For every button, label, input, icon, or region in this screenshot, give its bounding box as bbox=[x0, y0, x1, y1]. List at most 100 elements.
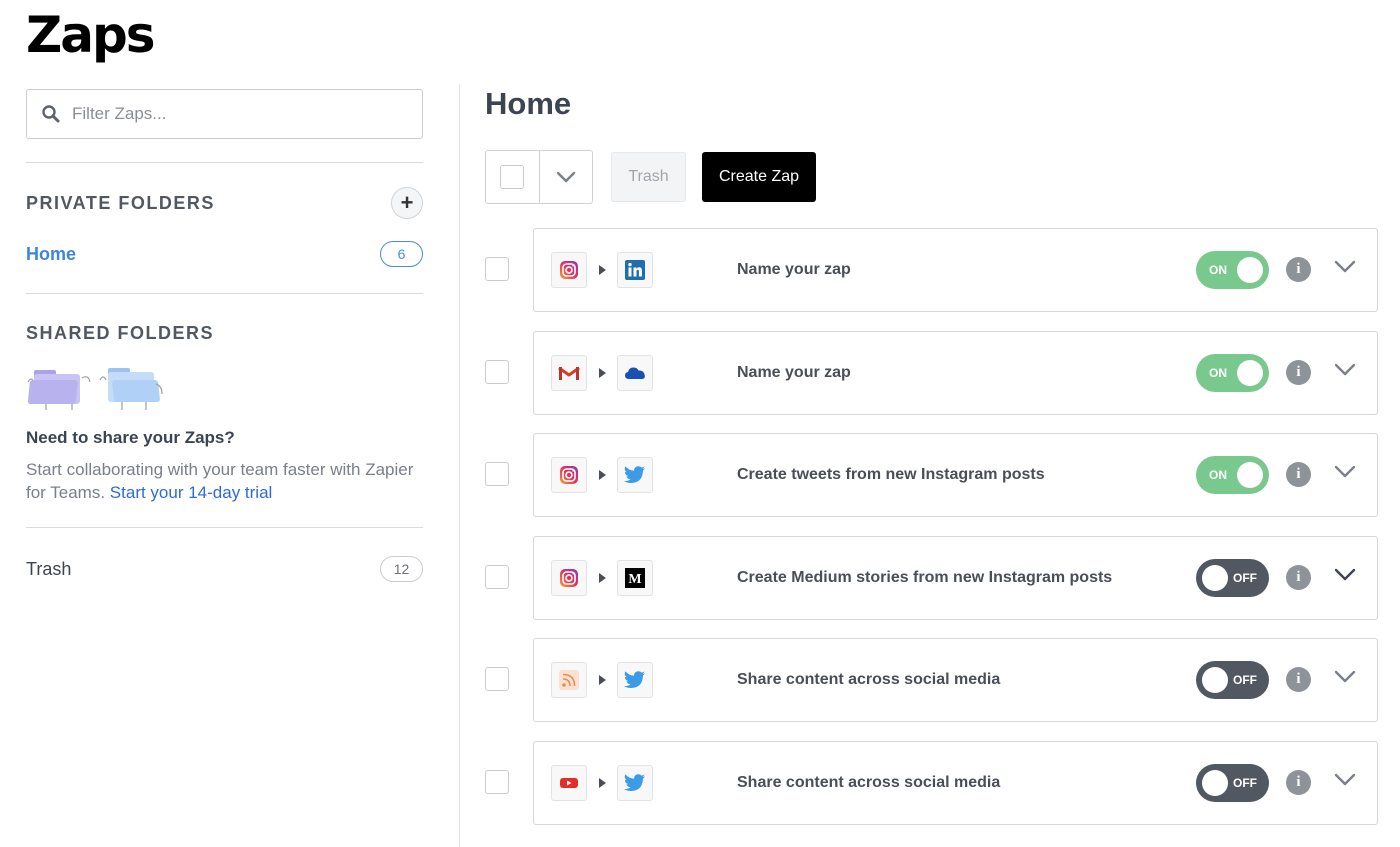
toggle-knob bbox=[1202, 770, 1228, 796]
toggle-label: ON bbox=[1209, 263, 1227, 277]
instagram-icon bbox=[551, 560, 587, 596]
info-icon[interactable]: i bbox=[1286, 770, 1311, 795]
arrow-right-icon bbox=[599, 778, 606, 788]
zap-row: Create tweets from new Instagram posts ON… bbox=[485, 433, 1378, 517]
arrow-right-icon bbox=[599, 573, 606, 583]
select-all-checkbox[interactable] bbox=[500, 165, 525, 189]
zap-name[interactable]: Create tweets from new Instagram posts bbox=[737, 434, 1045, 516]
share-heading: Need to share your Zaps? bbox=[26, 428, 235, 447]
zap-card[interactable]: M Create Medium stories from new Instagra… bbox=[533, 536, 1378, 620]
toggle-knob bbox=[1237, 360, 1263, 386]
twitter-icon bbox=[617, 765, 653, 801]
toggle-knob bbox=[1202, 667, 1228, 693]
create-zap-button[interactable]: Create Zap bbox=[702, 152, 816, 202]
folder-item-home[interactable]: Home 6 bbox=[26, 241, 423, 267]
trash-count-badge: 12 bbox=[380, 556, 423, 582]
bulk-select bbox=[485, 150, 593, 204]
folder-home-label: Home bbox=[26, 243, 77, 264]
zap-toggle[interactable]: ON bbox=[1196, 456, 1269, 494]
share-description: Start collaborating with your team faste… bbox=[26, 458, 423, 504]
zap-checkbox[interactable] bbox=[485, 360, 509, 384]
zap-checkbox[interactable] bbox=[485, 770, 509, 794]
zap-card[interactable]: Share content across social media OFF i bbox=[533, 741, 1378, 825]
zap-toggle[interactable]: OFF bbox=[1196, 764, 1269, 802]
zap-toggle[interactable]: ON bbox=[1196, 354, 1269, 392]
private-folders-title: PRIVATE FOLDERS bbox=[26, 192, 215, 213]
zap-name[interactable]: Share content across social media bbox=[737, 742, 1000, 824]
zap-name[interactable]: Name your zap bbox=[737, 332, 851, 414]
toolbar: Trash Create Zap bbox=[485, 150, 816, 204]
chevron-down-icon[interactable] bbox=[1334, 465, 1356, 479]
rss-icon bbox=[551, 662, 587, 698]
info-icon[interactable]: i bbox=[1286, 257, 1311, 282]
zap-name[interactable]: Share content across social media bbox=[737, 639, 1000, 721]
chevron-down-icon bbox=[556, 171, 575, 183]
svg-text:M: M bbox=[628, 572, 641, 587]
toggle-knob bbox=[1237, 257, 1263, 283]
private-folders-header: PRIVATE FOLDERS + bbox=[26, 187, 423, 219]
chevron-down-icon[interactable] bbox=[1334, 260, 1356, 274]
zap-row: Share content across social media OFF i bbox=[485, 638, 1378, 722]
youtube-icon bbox=[551, 765, 587, 801]
shared-folders-illustration bbox=[26, 362, 423, 410]
select-all-cell bbox=[486, 151, 540, 203]
bulk-dropdown-button[interactable] bbox=[540, 151, 593, 203]
toggle-label: OFF bbox=[1233, 776, 1257, 790]
toggle-label: ON bbox=[1209, 366, 1227, 380]
twitter-icon bbox=[617, 662, 653, 698]
zap-checkbox[interactable] bbox=[485, 565, 509, 589]
zap-card[interactable]: Share content across social media OFF i bbox=[533, 638, 1378, 722]
divider bbox=[26, 162, 423, 163]
instagram-icon bbox=[551, 457, 587, 493]
info-icon[interactable]: i bbox=[1286, 667, 1311, 692]
start-trial-link[interactable]: Start your 14-day trial bbox=[110, 483, 273, 502]
shared-folders-title: SHARED FOLDERS bbox=[26, 323, 215, 343]
main-title: Home bbox=[485, 86, 572, 121]
zap-toggle[interactable]: ON bbox=[1196, 251, 1269, 289]
arrow-right-icon bbox=[599, 265, 606, 275]
zap-checkbox[interactable] bbox=[485, 462, 509, 486]
filter-zaps-search[interactable] bbox=[26, 89, 423, 139]
arrow-right-icon bbox=[599, 368, 606, 378]
zap-toggle[interactable]: OFF bbox=[1196, 559, 1269, 597]
info-icon[interactable]: i bbox=[1286, 462, 1311, 487]
toggle-knob bbox=[1202, 565, 1228, 591]
divider bbox=[26, 527, 423, 528]
folder-item-trash[interactable]: Trash 12 bbox=[26, 556, 423, 582]
trash-label: Trash bbox=[26, 558, 72, 579]
info-icon[interactable]: i bbox=[1286, 360, 1311, 385]
chevron-down-icon[interactable] bbox=[1334, 568, 1356, 582]
zap-name[interactable]: Name your zap bbox=[737, 229, 851, 311]
info-icon[interactable]: i bbox=[1286, 565, 1311, 590]
zap-row: Name your zap ON i bbox=[485, 331, 1378, 415]
toggle-label: OFF bbox=[1233, 673, 1257, 687]
toggle-knob bbox=[1237, 462, 1263, 488]
zap-row: M Create Medium stories from new Instagra… bbox=[485, 536, 1378, 620]
zap-checkbox[interactable] bbox=[485, 257, 509, 281]
sidebar: PRIVATE FOLDERS + Home 6 SHARED FOLDERS bbox=[26, 89, 423, 582]
zap-card[interactable]: Create tweets from new Instagram posts ON… bbox=[533, 433, 1378, 517]
chevron-down-icon[interactable] bbox=[1334, 670, 1356, 684]
zap-row: Share content across social media OFF i bbox=[485, 741, 1378, 825]
linkedin-icon bbox=[617, 252, 653, 288]
zap-name[interactable]: Create Medium stories from new Instagram… bbox=[737, 537, 1112, 619]
zap-card[interactable]: Name your zap ON i bbox=[533, 228, 1378, 312]
zap-row: Name your zap ON i bbox=[485, 228, 1378, 312]
twitter-icon bbox=[617, 457, 653, 493]
zap-checkbox[interactable] bbox=[485, 667, 509, 691]
zap-card[interactable]: Name your zap ON i bbox=[533, 331, 1378, 415]
chevron-down-icon[interactable] bbox=[1334, 773, 1356, 787]
zap-toggle[interactable]: OFF bbox=[1196, 661, 1269, 699]
toggle-label: OFF bbox=[1233, 571, 1257, 585]
gmail-icon bbox=[551, 355, 587, 391]
arrow-right-icon bbox=[599, 675, 606, 685]
search-icon bbox=[42, 105, 60, 123]
search-input[interactable] bbox=[72, 104, 372, 124]
add-folder-button[interactable]: + bbox=[391, 187, 423, 219]
trash-button[interactable]: Trash bbox=[611, 152, 686, 202]
medium-icon: M bbox=[617, 560, 653, 596]
vertical-divider bbox=[459, 84, 460, 847]
home-count-badge: 6 bbox=[380, 241, 423, 267]
chevron-down-icon[interactable] bbox=[1334, 363, 1356, 377]
plus-icon: + bbox=[400, 190, 414, 215]
